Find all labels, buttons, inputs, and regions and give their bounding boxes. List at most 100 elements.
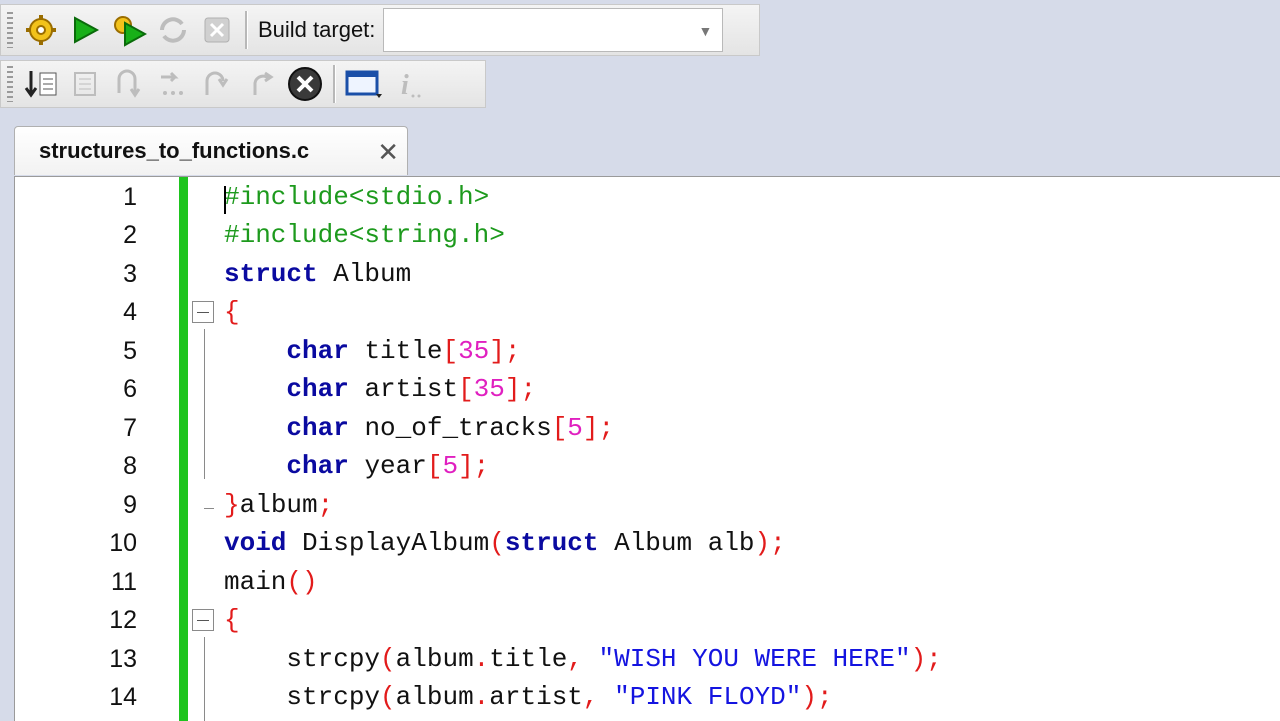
code-line: 9 }album; [15,486,1280,524]
preprocessor-directive: #include<stdio.h> [224,182,490,212]
code-line: 8 char year[5]; [15,447,1280,485]
operator: ]; [504,374,537,404]
number: 5 [567,413,583,443]
code-text: struct Album [224,255,411,293]
keyword: char [286,336,349,366]
various-info-icon[interactable]: i [386,62,430,106]
keyword: char [286,413,349,443]
keyword: char [286,451,349,481]
code-text: char title[35]; [224,332,521,370]
string-literal: "WISH YOU WERE HERE" [598,644,911,674]
line-number: 5 [123,337,137,365]
code-line: 11 main() [15,563,1280,601]
identifier: DisplayAlbum [286,528,490,558]
operator: [ [551,413,568,443]
identifier: year [348,451,427,481]
build-target-label: Build target: [258,17,376,42]
operator: ( [489,528,505,558]
compiler-toolbar: Build target: ▼ [0,4,760,56]
fold-toggle-icon[interactable] [192,609,214,631]
build-and-run-icon[interactable] [107,8,151,52]
identifier: strcpy [286,682,381,712]
code-line: 5 char title[35]; [15,332,1280,370]
line-number: 11 [111,568,137,596]
code-line: 10 void DisplayAlbum(struct Album alb); [15,524,1280,562]
stop-debugger-icon[interactable] [283,62,327,106]
close-icon[interactable]: ✕ [377,137,399,168]
identifier: main [224,567,287,597]
identifier: album [395,682,474,712]
build-icon[interactable] [19,8,63,52]
step-out-icon[interactable] [239,62,283,106]
operator: , [582,682,615,712]
line-number: 4 [123,298,137,326]
build-target-select[interactable]: ▼ [383,8,724,52]
code-line: 6 char artist[35]; [15,370,1280,408]
number: 5 [442,451,459,481]
run-to-cursor-icon[interactable] [19,62,63,106]
brace: } [224,490,240,520]
tab-structures-to-functions[interactable]: structures_to_functions.c ✕ [14,126,408,175]
operator: ]; [582,413,615,443]
fold-toggle-icon[interactable] [192,301,214,323]
toolbar-separator [245,11,248,49]
operator: ( [380,682,396,712]
line-number: 8 [123,452,137,480]
code-editor[interactable]: 1 #include<stdio.h> 2 #include<string.h>… [14,176,1280,721]
code-text: { [224,293,240,331]
line-number: 2 [123,221,137,249]
line-number: 7 [123,414,137,442]
run-icon[interactable] [63,8,107,52]
abort-icon[interactable] [195,8,239,52]
line-number: 14 [109,683,137,711]
tab-label: structures_to_functions.c [39,138,310,163]
operator: [ [426,451,443,481]
line-number: 13 [109,645,137,673]
string-literal: "PINK FLOYD" [614,682,802,712]
code-line: 3 struct Album [15,255,1280,293]
operator: . [473,682,490,712]
operator: ); [910,644,942,674]
toolbar-grip[interactable] [7,12,13,48]
brace: { [224,605,240,635]
keyword: void [224,528,287,558]
keyword: struct [504,528,599,558]
code-line: 2 #include<string.h> [15,216,1280,254]
code-text: char artist[35]; [224,370,536,408]
line-number: 1 [123,183,137,211]
brace: { [224,297,240,327]
step-over-icon[interactable] [107,62,151,106]
identifier: strcpy [286,644,381,674]
code-text: char no_of_tracks[5]; [224,409,614,447]
operator: ; [317,490,334,520]
line-number: 10 [109,529,137,557]
identifier: artist [489,682,583,712]
keyword: struct [224,259,318,289]
code-line: 14 strcpy(album.artist, "PINK FLOYD"); [15,678,1280,716]
code-text: strcpy(album.title, "WISH YOU WERE HERE"… [224,640,942,678]
rebuild-icon[interactable] [151,8,195,52]
keyword: char [286,374,349,404]
identifier: album [395,644,474,674]
step-into-icon[interactable] [195,62,239,106]
step-next-instruction-icon[interactable] [151,62,195,106]
code-line: 1 #include<stdio.h> [15,178,1280,216]
debugging-windows-icon[interactable] [342,62,386,106]
debug-window-icon[interactable] [63,62,107,106]
code-text: main() [224,563,318,601]
line-number: 6 [123,375,137,403]
operator: [ [458,374,474,404]
operator: ]; [489,336,521,366]
operator: ]; [458,451,490,481]
code-line: 4 { [15,293,1280,331]
code-text: }album; [224,486,333,524]
identifier: artist [348,374,459,404]
toolbar-grip[interactable] [7,66,13,102]
line-number: 3 [123,260,137,288]
editor-tab-bar: structures_to_functions.c ✕ [0,112,1280,175]
operator: ); [801,682,833,712]
operator: () [286,567,318,597]
text-cursor [224,186,226,214]
debugger-toolbar: i [0,60,486,108]
identifier: no_of_tracks [348,413,552,443]
